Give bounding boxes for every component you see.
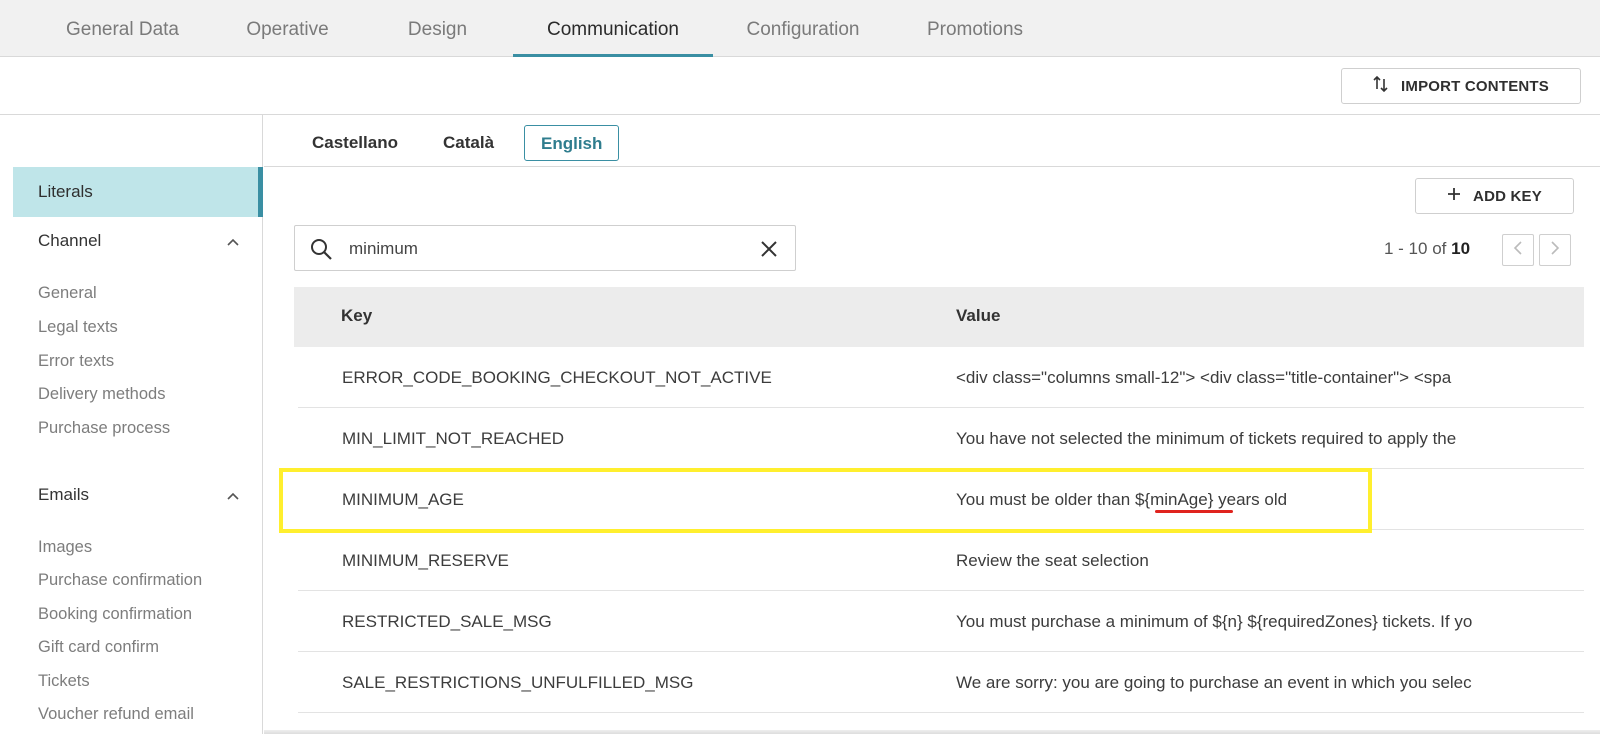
bottom-edge [264,730,1600,734]
red-underline [1155,510,1233,513]
chevron-right-icon [1550,240,1560,260]
row-value: You must purchase a minimum of ${n} ${re… [956,612,1473,631]
sidebar-item-error-texts[interactable]: Error texts [38,352,114,371]
sidebar-item-gift-card-confirm[interactable]: Gift card confirm [38,638,159,657]
sidebar-section-emails[interactable]: Emails [38,485,89,505]
table-header: Key Value [294,287,1584,347]
table-row[interactable]: MINIMUM_AGE You must be older than ${min… [298,469,1584,530]
row-value: We are sorry: you are going to purchase … [956,673,1472,692]
sort-arrows-icon [1373,75,1389,97]
chevron-up-icon[interactable] [226,489,240,503]
sidebar-item-purchase-confirmation[interactable]: Purchase confirmation [38,571,202,590]
row-value: You must be older than ${minAge} years o… [956,490,1288,509]
pagination-of: of [1432,239,1447,258]
table-row[interactable]: SALE_RESTRICTIONS_UNFULFILLED_MSG We are… [298,652,1584,713]
add-key-label: ADD KEY [1473,187,1542,205]
search-icon [309,237,333,266]
lang-tab-catala[interactable]: Català [443,125,494,161]
search-input[interactable] [349,236,739,262]
plus-icon [1447,187,1461,205]
tab-configuration[interactable]: Configuration [733,0,873,57]
row-key: SALE_RESTRICTIONS_UNFULFILLED_MSG [342,673,694,692]
close-icon[interactable] [759,239,779,264]
row-key: MIN_LIMIT_NOT_REACHED [342,429,564,448]
lang-tab-english[interactable]: English [524,125,620,161]
row-key: MINIMUM_RESERVE [342,551,509,570]
add-key-button[interactable]: ADD KEY [1415,178,1574,214]
sidebar-item-literals[interactable]: Literals [13,167,263,217]
pagination-total: 10 [1451,239,1471,258]
next-page-button[interactable] [1539,234,1571,266]
tab-design[interactable]: Design [385,0,490,57]
sidebar-item-purchase-process[interactable]: Purchase process [38,419,170,438]
import-contents-label: IMPORT CONTENTS [1401,77,1549,95]
table-row[interactable]: MINIMUM_RESERVE Review the seat selectio… [298,530,1584,591]
table-row[interactable]: RESTRICTED_SALE_MSG You must purchase a … [298,591,1584,652]
sidebar-item-general[interactable]: General [38,284,97,303]
row-value: <div class="columns small-12"> <div clas… [956,368,1452,387]
prev-page-button[interactable] [1502,234,1534,266]
sidebar-section-channel[interactable]: Channel [38,231,101,251]
sidebar-item-legal-texts[interactable]: Legal texts [38,318,118,337]
chevron-up-icon[interactable] [226,235,240,249]
import-contents-button[interactable]: IMPORT CONTENTS [1341,68,1581,104]
column-header-key[interactable]: Key [341,306,372,326]
tab-communication[interactable]: Communication [513,0,713,58]
tab-general-data[interactable]: General Data [45,0,200,57]
pagination-info: 1 - 10 of 10 [1384,239,1470,259]
sidebar-item-voucher-refund-email[interactable]: Voucher refund email [38,705,194,724]
tab-operative[interactable]: Operative [230,0,345,57]
sidebar-item-booking-confirmation[interactable]: Booking confirmation [38,605,192,624]
divider [264,166,1600,167]
tab-promotions[interactable]: Promotions [910,0,1040,57]
row-value: Review the seat selection [956,551,1149,570]
chevron-left-icon [1513,240,1523,260]
column-header-value[interactable]: Value [956,306,1000,326]
search-box [294,225,796,271]
lang-tab-castellano[interactable]: Castellano [312,125,398,161]
row-key: ERROR_CODE_BOOKING_CHECKOUT_NOT_ACTIVE [342,368,772,387]
sidebar-item-delivery-methods[interactable]: Delivery methods [38,385,165,404]
row-key: RESTRICTED_SALE_MSG [342,612,552,631]
row-key: MINIMUM_AGE [342,490,464,509]
sidebar-item-tickets[interactable]: Tickets [38,672,90,691]
row-value: You have not selected the minimum of tic… [956,429,1457,448]
table-row[interactable]: ERROR_CODE_BOOKING_CHECKOUT_NOT_ACTIVE <… [298,347,1584,408]
sidebar-item-images[interactable]: Images [38,538,92,557]
pagination-range: 1 - 10 [1384,239,1428,258]
top-tab-bar: General Data Operative Design Communicat… [0,0,1600,58]
table-row[interactable]: MIN_LIMIT_NOT_REACHED You have not selec… [298,408,1584,469]
